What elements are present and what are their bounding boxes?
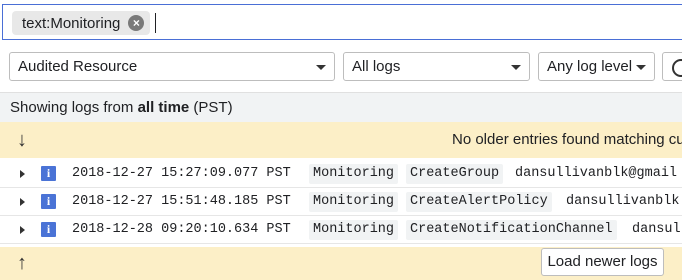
log-service[interactable]: Monitoring xyxy=(309,164,399,184)
log-row[interactable]: i 2018-12-28 09:20:10.634 PST Monitoring… xyxy=(0,216,682,244)
filter-chip-label: text:Monitoring xyxy=(22,14,121,32)
older-entries-message: No older entries found matching curr xyxy=(452,131,682,148)
expand-icon[interactable] xyxy=(20,198,25,206)
time-range-button[interactable] xyxy=(662,52,682,81)
text-cursor xyxy=(155,13,156,33)
log-timestamp: 2018-12-27 15:51:48.185 PST xyxy=(72,194,291,209)
chevron-down-icon xyxy=(636,65,646,70)
load-newer-logs-button[interactable]: Load newer logs xyxy=(541,248,664,276)
log-method[interactable]: CreateGroup xyxy=(406,164,504,184)
info-severity-icon: i xyxy=(41,194,56,209)
log-row[interactable]: i 2018-12-27 15:27:09.077 PST Monitoring… xyxy=(0,160,682,188)
status-prefix: Showing logs from xyxy=(10,99,138,116)
status-line: Showing logs from all time (PST) xyxy=(0,93,682,122)
logs-dropdown[interactable]: All logs xyxy=(343,52,530,81)
log-timestamp: 2018-12-27 15:27:09.077 PST xyxy=(72,166,291,181)
chevron-down-icon xyxy=(316,65,326,70)
filter-chip[interactable]: text:Monitoring × xyxy=(12,11,151,35)
arrow-down-icon[interactable]: ↓ xyxy=(17,130,27,150)
log-user[interactable]: dansullivanblk xyxy=(566,194,679,209)
log-level-dropdown[interactable]: Any log level xyxy=(538,52,655,81)
logs-dropdown-value: All logs xyxy=(352,58,401,75)
status-timezone: (PST) xyxy=(189,99,233,116)
expand-icon[interactable] xyxy=(20,170,25,178)
log-service[interactable]: Monitoring xyxy=(309,220,399,240)
expand-icon[interactable] xyxy=(20,226,25,234)
log-user[interactable]: dansul xyxy=(632,222,681,237)
log-user[interactable]: dansullivanblk@gmail xyxy=(515,166,677,181)
status-range: all time xyxy=(137,99,190,116)
search-bar[interactable]: text:Monitoring × xyxy=(2,4,682,40)
log-row[interactable]: i 2018-12-27 15:51:48.185 PST Monitoring… xyxy=(0,188,682,216)
log-level-dropdown-value: Any log level xyxy=(547,58,633,75)
clock-icon xyxy=(672,59,682,77)
log-timestamp: 2018-12-28 09:20:10.634 PST xyxy=(72,222,291,237)
chevron-down-icon xyxy=(511,65,521,70)
info-severity-icon: i xyxy=(41,166,56,181)
resource-dropdown-value: Audited Resource xyxy=(18,58,138,75)
arrow-up-icon[interactable]: ↑ xyxy=(17,253,27,273)
log-method[interactable]: CreateNotificationChannel xyxy=(406,220,617,240)
info-severity-icon: i xyxy=(41,222,56,237)
resource-dropdown[interactable]: Audited Resource xyxy=(9,52,335,81)
log-method[interactable]: CreateAlertPolicy xyxy=(406,192,552,212)
close-icon[interactable]: × xyxy=(128,15,145,31)
log-service[interactable]: Monitoring xyxy=(309,192,399,212)
